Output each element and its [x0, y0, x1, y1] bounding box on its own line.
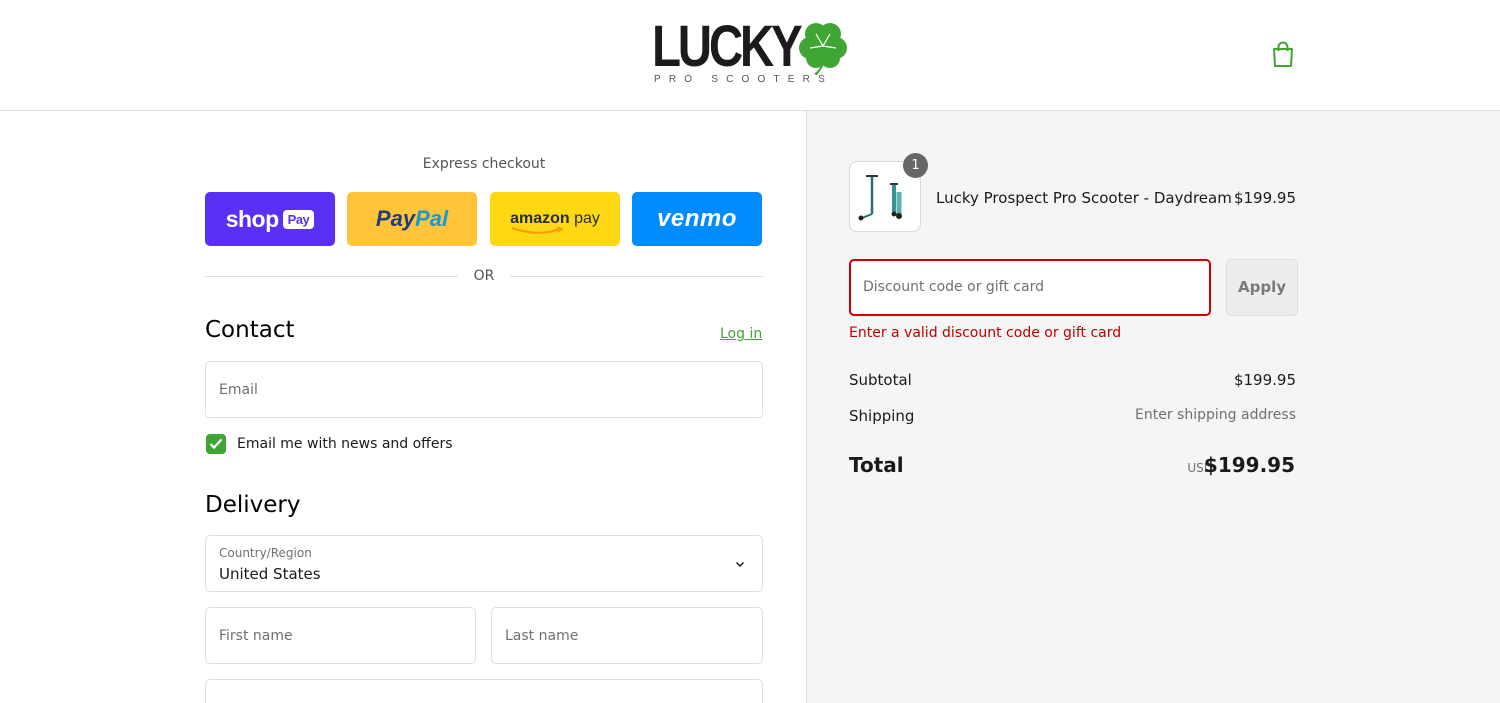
discount-error: Enter a valid discount code or gift card: [849, 325, 1122, 341]
store-logo[interactable]: LUCKY PRO SCOOTERS: [652, 18, 848, 90]
newsletter-label: Email me with news and offers: [237, 436, 453, 452]
shopping-bag-icon[interactable]: [1270, 40, 1296, 68]
logo-wordmark: LUCKY: [652, 14, 803, 79]
logo-subtitle: PRO SCOOTERS: [654, 74, 833, 85]
or-separator: OR: [473, 268, 495, 284]
amazon-pay-text: pay: [569, 210, 600, 227]
first-name-placeholder: First name: [219, 628, 293, 644]
venmo-logo: venmo: [657, 205, 737, 232]
last-name-placeholder: Last name: [505, 628, 579, 644]
shipping-label: Shipping: [849, 407, 915, 425]
product-name: Lucky Prospect Pro Scooter - Daydream: [936, 189, 1232, 207]
first-name-field[interactable]: First name: [205, 607, 476, 664]
amazon-pay-logo: amazon pay: [510, 210, 600, 234]
amazon-text: amazon: [510, 210, 570, 227]
email-placeholder: Email: [219, 382, 258, 398]
checkout-form: Express checkout shop Pay PayPal amazon p…: [0, 111, 806, 703]
email-field[interactable]: Email: [205, 361, 763, 418]
shop-text: shop: [225, 205, 279, 232]
divider-left: [205, 276, 458, 277]
order-summary: 1 Lucky Prospect Pro Scooter - Daydream …: [806, 111, 1500, 703]
login-link[interactable]: Log in: [720, 326, 762, 342]
contact-heading: Contact: [205, 317, 295, 343]
country-label: Country/Region: [219, 546, 312, 560]
express-checkout-title: Express checkout: [422, 156, 546, 172]
country-select[interactable]: Country/Region United States: [205, 535, 763, 592]
newsletter-checkbox[interactable]: [206, 434, 226, 454]
total-label: Total: [849, 453, 904, 477]
amazon-smile-icon: [511, 227, 564, 234]
amazon-pay-button[interactable]: amazon pay: [490, 192, 620, 246]
venmo-button[interactable]: venmo: [632, 192, 762, 246]
last-name-field[interactable]: Last name: [491, 607, 763, 664]
product-price: $199.95: [1233, 189, 1296, 207]
apply-button[interactable]: Apply: [1226, 259, 1298, 316]
shop-pay-button[interactable]: shop Pay: [205, 192, 335, 246]
shipping-value: Enter shipping address: [1135, 407, 1296, 423]
quantity-badge: 1: [903, 153, 928, 178]
address-field[interactable]: [205, 679, 763, 703]
discount-input[interactable]: Discount code or gift card: [849, 259, 1211, 316]
chevron-down-icon: [735, 561, 745, 568]
total-value: $199.95: [1203, 453, 1295, 477]
paypal-text-b: Pal: [415, 206, 449, 231]
checkmark-icon: [209, 438, 223, 450]
paypal-button[interactable]: PayPal: [347, 192, 477, 246]
paypal-text-a: Pay: [375, 206, 416, 231]
shop-pay-badge: Pay: [282, 209, 315, 229]
shop-pay-logo: shop Pay: [226, 206, 315, 233]
subtotal-value: $199.95: [1233, 371, 1296, 389]
delivery-heading: Delivery: [205, 492, 301, 518]
header: LUCKY PRO SCOOTERS: [0, 0, 1500, 111]
clover-icon: [799, 23, 847, 75]
subtotal-label: Subtotal: [849, 371, 912, 389]
paypal-logo: PayPal: [376, 206, 448, 232]
country-value: United States: [219, 565, 321, 583]
divider-right: [510, 276, 763, 277]
discount-placeholder: Discount code or gift card: [863, 279, 1044, 295]
